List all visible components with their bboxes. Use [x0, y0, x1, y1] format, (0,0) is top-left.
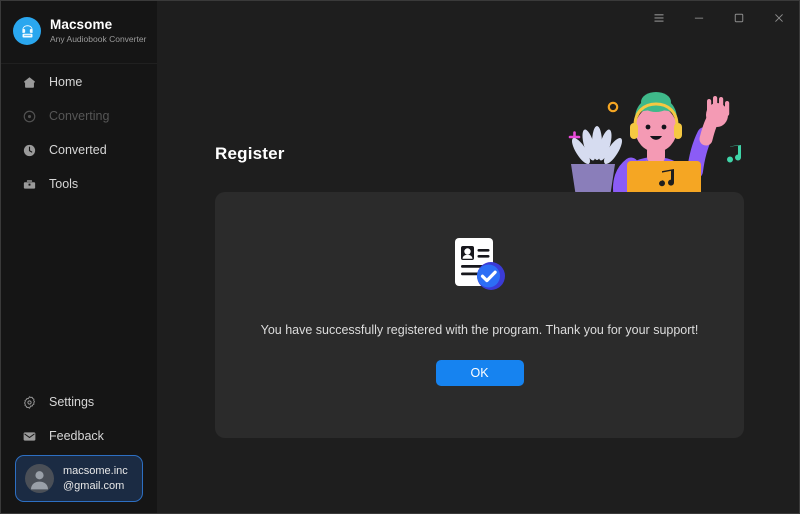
converting-icon	[21, 108, 37, 124]
sidebar-item-converting-label: Converting	[49, 109, 110, 123]
sidebar-item-converted-label: Converted	[49, 143, 107, 157]
minimize-icon[interactable]	[679, 1, 719, 35]
hamburger-icon[interactable]	[639, 1, 679, 35]
sidebar-item-converting[interactable]: Converting	[1, 99, 157, 133]
main-content: Register You have successfully registere…	[157, 1, 799, 513]
register-card: You have successfully registered with th…	[215, 192, 744, 438]
sidebar-item-tools[interactable]: Tools	[1, 167, 157, 201]
sidebar-item-home[interactable]: Home	[1, 65, 157, 99]
toolbox-icon	[21, 176, 37, 192]
sidebar-item-home-label: Home	[49, 75, 83, 89]
application-window: Macsome Any Audiobook Converter Home Con…	[0, 0, 800, 514]
home-icon	[21, 74, 37, 90]
user-avatar-icon	[25, 464, 54, 493]
account-email: macsome.inc @gmail.com	[63, 464, 128, 494]
gear-icon	[21, 394, 37, 410]
account-email-line1: macsome.inc	[63, 464, 128, 477]
registered-document-check-icon	[449, 234, 511, 296]
brand-subtitle: Any Audiobook Converter	[50, 33, 147, 44]
page-title: Register	[215, 144, 285, 163]
clock-icon	[21, 142, 37, 158]
sidebar-item-settings-label: Settings	[49, 395, 95, 409]
window-controls	[639, 1, 799, 35]
macsome-logo-icon	[13, 17, 41, 45]
sidebar-item-feedback-label: Feedback	[49, 429, 104, 443]
sidebar-bottom-navigation: Settings Feedback	[1, 385, 157, 453]
envelope-icon	[21, 428, 37, 444]
sidebar-item-tools-label: Tools	[49, 177, 79, 191]
maximize-icon[interactable]	[719, 1, 759, 35]
ok-button[interactable]: OK	[435, 360, 524, 386]
sidebar-divider	[1, 63, 157, 64]
sidebar-item-settings[interactable]: Settings	[1, 385, 157, 419]
person-with-laptop-illustration	[549, 87, 765, 203]
sidebar: Macsome Any Audiobook Converter Home Con…	[1, 1, 157, 513]
brand-title: Macsome	[50, 17, 113, 33]
brand-header: Macsome Any Audiobook Converter	[1, 1, 157, 45]
close-icon[interactable]	[759, 1, 799, 35]
account-email-line2: @gmail.com	[63, 479, 125, 492]
sidebar-navigation: Home Converting Converted Tools	[1, 65, 157, 201]
account-box[interactable]: macsome.inc @gmail.com	[15, 455, 143, 502]
sidebar-item-converted[interactable]: Converted	[1, 133, 157, 167]
sidebar-item-feedback[interactable]: Feedback	[1, 419, 157, 453]
register-success-message: You have successfully registered with th…	[260, 323, 699, 337]
